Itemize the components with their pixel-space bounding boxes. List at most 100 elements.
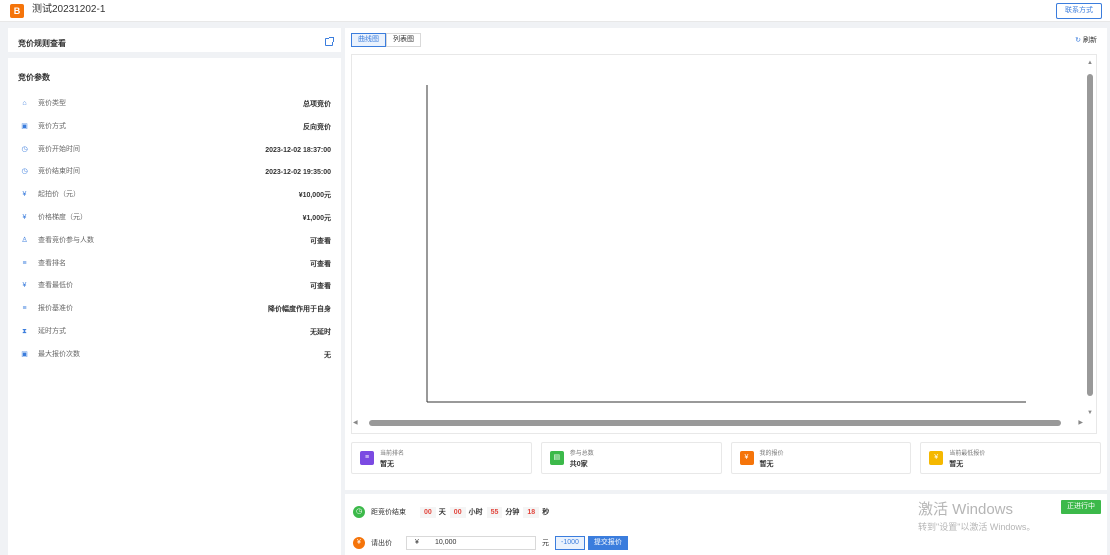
param-row: ≡ 报价基准价 降价幅度作用于自身	[8, 299, 341, 322]
clock-icon: ◷	[21, 145, 28, 153]
stat-card-participants: ▤ 参与总数 共0家	[540, 442, 722, 474]
param-label: 最大报价次数	[38, 350, 80, 358]
project-title: 测试20231202-1	[32, 4, 106, 15]
home-icon: ⌂	[22, 100, 27, 107]
stat-card-lowest-bid: ¥ 当前最低报价 暂无	[920, 442, 1101, 474]
bid-panel: ◷ 距竞价结束 00 天 00 小时 55 分钟 18 秒 ¥ 请出价 ¥ 10,000…	[345, 494, 1107, 555]
param-label: 查看排名	[38, 259, 66, 267]
param-row: ◷ 竞价开始时间 2023-12-02 18:37:00	[8, 140, 341, 163]
hourglass-icon: ⧗	[22, 327, 27, 335]
days-unit: 天	[438, 509, 446, 516]
params-list: ⌂ 竞价类型 总项竞价 ▣ 竞价方式 反向竞价 ◷ 竞价开始时间 2023-12-02 18:3…	[8, 94, 341, 368]
param-row: ⧗ 延时方式 无延时	[8, 322, 341, 345]
price-chart	[426, 85, 1026, 403]
vertical-scrollbar[interactable]: ▲ ▼	[1086, 60, 1094, 416]
param-label: 查看最低价	[38, 282, 73, 290]
refresh-button[interactable]: ↻ 刷新	[1075, 35, 1097, 45]
horizontal-scrollbar[interactable]: ◀ ▶	[351, 418, 1091, 428]
stat-value: 暂无	[759, 461, 774, 468]
watermark-line1: 激活 Windows	[918, 501, 1014, 518]
param-value: 总项竞价	[303, 101, 331, 108]
bid-input[interactable]: ¥ 10,000	[406, 536, 536, 550]
refresh-label: 刷新	[1083, 37, 1097, 44]
minutes-unit: 分钟	[505, 509, 520, 516]
stat-card-rank: ≡ 当前排名 暂无	[351, 442, 532, 474]
param-row: ¥ 起拍价（元） ¥10,000元	[8, 185, 341, 208]
top-bar: B 测试20231202-1 联系方式	[0, 0, 1110, 22]
windows-activation-watermark: 激活 Windows 转到"设置"以激活 Windows。	[918, 501, 1035, 533]
clock-icon: ◷	[353, 506, 365, 518]
param-label: 查看竞价参与人数	[38, 236, 94, 244]
chart-tabs: 曲线图 列表图	[351, 33, 421, 47]
scroll-left-icon[interactable]: ◀	[353, 419, 358, 426]
yen-icon: ¥	[22, 282, 27, 290]
rules-title: 竞价规则查看	[18, 39, 66, 48]
participants-icon: ▤	[549, 451, 564, 465]
param-value: ¥1,000元	[302, 214, 331, 222]
stat-label: 参与总数	[569, 451, 594, 457]
countdown-minutes: 55	[486, 506, 503, 518]
param-label: 报价基准价	[38, 305, 73, 313]
countdown-seconds: 18	[523, 506, 540, 518]
param-row: ≡ 查看排名 可查看	[8, 254, 341, 277]
submit-bid-button[interactable]: 提交报价	[587, 536, 628, 550]
card-icon: ▣	[21, 350, 28, 358]
stat-label: 我的报价	[759, 451, 784, 457]
lowest-bid-icon: ¥	[929, 451, 944, 465]
tab-line-chart[interactable]: 曲线图	[351, 33, 386, 47]
countdown-days: 00	[420, 506, 436, 518]
refresh-icon: ↻	[1075, 37, 1081, 44]
param-label: 竞价方式	[38, 122, 66, 130]
countdown-label: 距竞价结束	[371, 509, 406, 516]
countdown-hours: 00	[449, 506, 466, 518]
stat-value: 暂无	[949, 461, 964, 468]
param-row: ▣ 竞价方式 反向竞价	[8, 117, 341, 140]
stat-card-my-bid: ¥ 我的报价 暂无	[730, 442, 912, 474]
scroll-right-icon[interactable]: ▶	[1078, 419, 1083, 426]
status-badge: 正进行中	[1061, 500, 1101, 514]
currency-symbol: ¥	[415, 539, 419, 546]
param-label: 竞价结束时间	[38, 168, 80, 176]
bid-unit: 元	[542, 540, 549, 547]
stat-value: 暂无	[380, 461, 394, 468]
param-row: ♙ 查看竞价参与人数 可查看	[8, 231, 341, 254]
rank-icon: ≡	[360, 451, 374, 465]
decrement-button[interactable]: -1000	[555, 536, 585, 550]
vertical-scroll-thumb[interactable]	[1087, 74, 1093, 396]
param-value: 可查看	[310, 237, 331, 245]
stat-label: 当前最低报价	[949, 451, 986, 457]
countdown: ◷ 距竞价结束 00 天 00 小时 55 分钟 18 秒	[353, 505, 553, 519]
param-value: ¥10,000元	[298, 192, 331, 200]
list-icon: ≡	[22, 259, 27, 267]
contact-button[interactable]: 联系方式	[1056, 3, 1102, 19]
rules-panel: 竞价规则查看 竞价参数 ⌂ 竞价类型 总项竞价 ▣ 竞价方式 反向竞价 ◷ 竞价开始时间 202…	[8, 28, 341, 555]
horizontal-scroll-thumb[interactable]	[369, 420, 1061, 426]
yen-icon: ¥	[22, 213, 27, 221]
scroll-down-icon[interactable]: ▼	[1087, 410, 1093, 416]
clock-icon: ◷	[21, 168, 28, 176]
person-icon: ♙	[21, 236, 28, 244]
stat-label: 当前排名	[380, 451, 405, 457]
param-value: 可查看	[310, 283, 331, 291]
param-row: ▣ 最大报价次数 无	[8, 345, 341, 368]
param-label: 价格梯度（元）	[38, 213, 87, 221]
scroll-up-icon[interactable]: ▲	[1087, 60, 1093, 66]
param-row: ◷ 竞价结束时间 2023-12-02 19:35:00	[8, 162, 341, 185]
watermark-line2: 转到"设置"以激活 Windows。	[918, 522, 1036, 532]
param-row: ¥ 价格梯度（元） ¥1,000元	[8, 208, 341, 231]
param-value: 降价幅度作用于自身	[268, 306, 331, 314]
hours-unit: 小时	[468, 509, 483, 516]
param-label: 延时方式	[38, 327, 66, 335]
param-value: 2023-12-02 18:37:00	[265, 146, 331, 154]
rules-header: 竞价规则查看	[8, 28, 341, 58]
param-value: 可查看	[310, 260, 331, 268]
external-link-icon[interactable]	[325, 37, 334, 46]
tab-list-view[interactable]: 列表图	[386, 33, 421, 47]
param-row: ¥ 查看最低价 可查看	[8, 276, 341, 299]
param-value: 反向竞价	[303, 123, 331, 131]
bid-value: 10,000	[435, 539, 457, 546]
param-label: 竞价类型	[38, 100, 66, 107]
seconds-unit: 秒	[542, 509, 550, 516]
chart-panel: 曲线图 列表图 ↻ 刷新 ▲ ▼ ◀ ▶ ≡ 当前排名 暂无 ▤ 参与总数 共0家	[345, 28, 1107, 490]
chart-area: ▲ ▼	[351, 54, 1097, 434]
